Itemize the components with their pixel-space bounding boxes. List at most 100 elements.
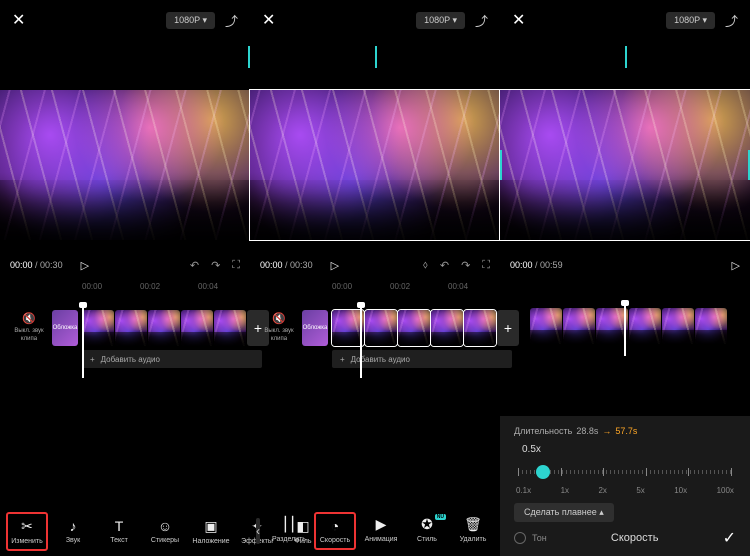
undo-icon[interactable]: ↶ <box>190 259 199 272</box>
clip-thumb[interactable] <box>530 308 562 344</box>
topbar: ✕ 1080P ▾ ⤴ <box>250 0 500 40</box>
tool-изменить[interactable]: ✂Изменить <box>6 512 48 551</box>
стиль-icon: ✪ <box>421 516 433 533</box>
tool-удалить[interactable]: 🗑Удалить <box>452 512 494 550</box>
time-ruler[interactable]: 00:00 00:02 00:04 <box>0 282 250 296</box>
clip-thumb[interactable] <box>181 310 213 346</box>
back-button[interactable]: ‹ <box>256 518 260 544</box>
tool-наложение[interactable]: ▣Наложение <box>190 514 232 549</box>
video-preview[interactable] <box>250 90 500 240</box>
export-icon[interactable]: ⤴ <box>725 11 738 30</box>
pane-edit: ✕ 1080P ▾ ⤴ 00:00 / 00:30 ▷ ↶ ↷ ⛶ 00:00 … <box>0 0 250 556</box>
undo-icon[interactable]: ↶ <box>440 259 449 272</box>
add-audio-icon: + <box>90 355 95 364</box>
close-icon[interactable]: ✕ <box>12 10 25 30</box>
tool-стикеры[interactable]: ☺Стикеры <box>144 514 186 548</box>
time-display: 00:00 / 00:30 <box>260 260 313 270</box>
topbar: ✕ 1080P ▾ ⤴ <box>500 0 750 40</box>
clip-thumb[interactable] <box>398 310 430 346</box>
marker-icon <box>625 46 627 68</box>
tool-стиль[interactable]: ✪СтильNU <box>406 512 448 550</box>
pane-clip-tools: ✕ 1080P ▾ ⤴ 00:00 / 00:30 ▷ ⬨ ↶ ↷ ⛶ 00:0… <box>250 0 500 556</box>
add-audio-button[interactable]: + Добавить аудио <box>82 350 262 368</box>
play-button[interactable]: ▷ <box>81 259 89 272</box>
звук-icon: ♪ <box>70 518 77 534</box>
export-icon[interactable]: ⤴ <box>225 11 238 30</box>
speaker-mute-icon: 🔇 <box>22 313 36 326</box>
playhead[interactable] <box>360 306 362 378</box>
текст-icon: T <box>115 518 124 534</box>
clip-toolbar: ‹ ⎮⎮Разделить◔Скорость▶Анимация✪СтильNU🗑… <box>250 506 500 556</box>
clip-thumb[interactable] <box>563 308 595 344</box>
скорость-icon: ◔ <box>331 518 339 534</box>
clip-strip: + <box>82 310 269 346</box>
clip-thumb[interactable] <box>115 310 147 346</box>
tool-разделить[interactable]: ⎮⎮Разделить <box>268 512 310 550</box>
add-audio-icon: + <box>340 355 345 364</box>
clip-thumb[interactable] <box>148 310 180 346</box>
time-display: 00:00 / 00:30 <box>10 260 63 270</box>
speed-slider[interactable] <box>514 459 736 484</box>
cover-button[interactable]: Обложка <box>52 310 78 346</box>
slider-thumb[interactable] <box>536 465 550 479</box>
clip-thumb[interactable] <box>662 308 694 344</box>
tool-анимация[interactable]: ▶Анимация <box>360 512 402 550</box>
video-preview[interactable] <box>500 90 750 240</box>
tone-toggle[interactable]: Тон <box>514 532 547 544</box>
clip-thumb[interactable] <box>629 308 661 344</box>
изменить-icon: ✂ <box>21 518 33 535</box>
clip-thumb[interactable] <box>214 310 246 346</box>
mute-clip-button[interactable]: 🔇 Выкл. звук клипа <box>10 310 48 346</box>
clip-strip <box>530 308 727 344</box>
in-out-marker <box>500 150 502 180</box>
pane-speed: ✕ 1080P ▾ ⤴ 00:00 / 00:59 ▷ Длительность… <box>500 0 750 556</box>
анимация-icon: ▶ <box>376 516 387 533</box>
fullscreen-icon[interactable]: ⛶ <box>482 259 490 272</box>
resolution-button[interactable]: 1080P ▾ <box>166 12 215 29</box>
удалить-icon: 🗑 <box>464 516 482 533</box>
cover-button[interactable]: Обложка <box>302 310 328 346</box>
clip-thumb[interactable] <box>431 310 463 346</box>
playback-controls: 00:00 / 00:30 ▷ ⬨ ↶ ↷ ⛶ <box>250 250 500 280</box>
timeline <box>500 300 750 350</box>
speaker-mute-icon: 🔇 <box>272 313 286 326</box>
close-icon[interactable]: ✕ <box>512 10 525 30</box>
clip-thumb[interactable] <box>365 310 397 346</box>
confirm-button[interactable]: ✓ <box>723 528 736 548</box>
play-button[interactable]: ▷ <box>331 259 339 272</box>
time-ruler[interactable]: 00:00 00:02 00:04 <box>250 282 500 296</box>
redo-icon[interactable]: ↷ <box>211 259 220 272</box>
playback-controls: 00:00 / 00:59 ▷ <box>500 250 750 280</box>
fullscreen-icon[interactable]: ⛶ <box>232 259 240 272</box>
mute-clip-button[interactable]: 🔇 Выкл. звук клипа <box>260 310 298 346</box>
clip-thumb[interactable] <box>695 308 727 344</box>
timeline: 🔇 Выкл. звук клипа Обложка + + Добавить … <box>250 302 500 372</box>
topbar: ✕ 1080P ▾ ⤴ <box>0 0 250 40</box>
close-icon[interactable]: ✕ <box>262 10 275 30</box>
tool-звук[interactable]: ♪Звук <box>52 514 94 548</box>
playhead[interactable] <box>624 304 626 356</box>
tool-текст[interactable]: TТекст <box>98 514 140 548</box>
наложение-icon: ▣ <box>204 518 217 535</box>
smoother-button[interactable]: Сделать плавнее ▴ <box>514 503 614 522</box>
clip-thumb[interactable] <box>82 310 114 346</box>
resolution-button[interactable]: 1080P ▾ <box>416 12 465 29</box>
resolution-button[interactable]: 1080P ▾ <box>666 12 715 29</box>
timeline: 🔇 Выкл. звук клипа Обложка + + Добавить … <box>0 302 250 372</box>
radio-icon <box>514 532 526 544</box>
tool-скорость[interactable]: ◔Скорость <box>314 512 356 550</box>
speed-panel: Длительность 28.8s → 57.7s 0.5x 0.1x1x2x… <box>500 416 750 556</box>
speed-scale: 0.1x1x2x5x10x100x <box>514 486 736 495</box>
export-icon[interactable]: ⤴ <box>475 11 488 30</box>
speed-value: 0.5x <box>522 444 736 455</box>
playback-controls: 00:00 / 00:30 ▷ ↶ ↷ ⛶ <box>0 250 250 280</box>
playhead[interactable] <box>82 306 84 378</box>
redo-icon[interactable]: ↷ <box>461 259 470 272</box>
play-button[interactable]: ▷ <box>732 259 740 272</box>
clip-thumb[interactable] <box>464 310 496 346</box>
add-audio-button[interactable]: + Добавить аудио <box>332 350 512 368</box>
video-preview[interactable] <box>0 90 250 240</box>
keyframe-icon[interactable]: ⬨ <box>423 259 428 272</box>
badge: NU <box>435 514 446 520</box>
marker-icon <box>375 46 377 68</box>
